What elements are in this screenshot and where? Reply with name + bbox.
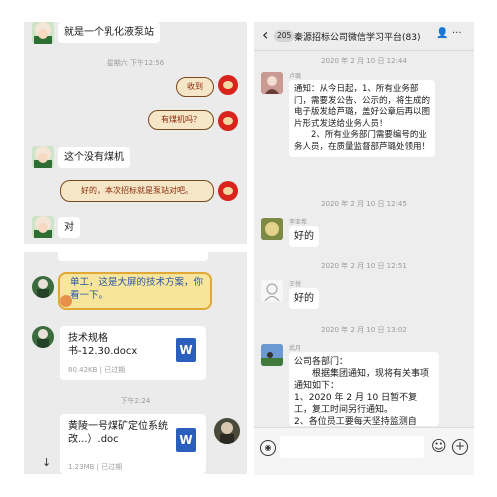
message-bubble[interactable]: 这个没有煤机 (58, 147, 130, 168)
avatar[interactable] (32, 22, 54, 44)
input-bar: ◉ ☺ + (254, 427, 474, 475)
message-bubble[interactable]: 通知：从今日起，1、所有业务部门，需要发公告、公示的，将生成的电子版发给芦璐，盖… (289, 80, 435, 157)
avatar[interactable] (32, 216, 54, 238)
timestamp: 2020 年 2 月 10 日 12:51 (321, 262, 407, 270)
avatar[interactable] (32, 326, 54, 348)
unread-badge[interactable]: 205 (274, 30, 295, 42)
cartoon-icon (60, 295, 72, 307)
sender-name: 卢璐 (289, 73, 302, 80)
timestamp: 2020 年 2 月 10 日 13:02 (321, 326, 407, 334)
timestamp: 星期六 下午12:56 (106, 59, 165, 67)
avatar[interactable] (32, 146, 54, 168)
emoji-icon[interactable]: ☺ (431, 437, 447, 455)
file-name: 技术规格书-12.30.docx (68, 333, 138, 357)
landscape-avatar-icon (261, 344, 283, 366)
sticker-bubble[interactable]: 好的，本次招标就是泵站对吧。 (60, 180, 214, 202)
message-bubble[interactable]: 好的 (289, 226, 319, 247)
person-avatar-icon (220, 422, 234, 444)
timestamp: 2020 年 2 月 10 日 12:44 (321, 57, 407, 65)
sender-name: 王悦 (289, 281, 302, 288)
person-icon[interactable]: 👤 (436, 28, 448, 39)
avatar[interactable] (214, 418, 240, 444)
file-card[interactable]: 黄陵一号煤矿定位系统改...）.doc W 1.23MB | 已过期 (60, 414, 206, 474)
word-document-icon: W (176, 338, 196, 362)
baby-avatar-icon (34, 146, 52, 168)
back-icon[interactable]: ‹ (262, 26, 268, 44)
note-text: 单工，这是大屏的技术方案，你看一下。 (70, 277, 204, 301)
timestamp: 下午2:24 (120, 397, 151, 405)
more-icon[interactable]: ··· (452, 28, 462, 39)
person-avatar-icon (37, 279, 49, 298)
voice-icon[interactable]: ◉ (260, 440, 276, 456)
avatar[interactable] (261, 280, 283, 302)
header-bar: ‹ 205 秦源招标公司微信学习平台(83) 👤 ··· (254, 22, 474, 51)
message-bubble[interactable]: 对 (58, 217, 80, 238)
avatar[interactable] (218, 75, 238, 95)
baby-avatar-icon (34, 216, 52, 238)
message-bubble[interactable]: 好的 (289, 288, 319, 309)
message-input[interactable] (280, 436, 424, 458)
baby-avatar-icon (34, 22, 52, 44)
file-name: 黄陵一号煤矿定位系统改...）.doc (68, 421, 168, 445)
sketch-avatar-icon (261, 280, 283, 302)
message-bubble[interactable]: 就是一个乳化液泵站 (58, 22, 160, 43)
sticker-bubble[interactable]: 收到 (176, 77, 214, 97)
file-card[interactable]: 技术规格书-12.30.docx W 80.42KB | 已过期 (60, 326, 206, 380)
sender-name: 武月 (289, 345, 302, 352)
file-meta: 1.23MB | 已过期 (68, 463, 123, 471)
message-bubble[interactable]: 公司各部门： 根据集团通知，现将有关事项通知如下： 1、2020 年 2 月 1… (289, 352, 439, 426)
chat-title: 秦源招标公司微信学习平台(83) (294, 33, 421, 43)
timestamp: 2020 年 2 月 10 日 12:45 (321, 200, 407, 208)
avatar[interactable] (261, 72, 283, 94)
woman-avatar-icon (261, 72, 283, 94)
chat-panel-top-left: 就是一个乳化液泵站 星期六 下午12:56 收到 有煤机吗？ 这个没有煤机 好的… (24, 22, 247, 244)
sticker-bubble[interactable]: 有煤机吗？ (148, 110, 214, 130)
avatar[interactable] (261, 344, 283, 366)
file-meta: 80.42KB | 已过期 (68, 366, 126, 374)
avatar[interactable] (261, 218, 283, 240)
chat-panel-bottom-left: 单工，这是大屏的技术方案，你看一下。 技术规格书-12.30.docx W 80… (24, 252, 247, 474)
cartoon-avatar-icon (261, 218, 283, 240)
sender-name: 李亚希 (289, 219, 308, 226)
avatar[interactable] (32, 276, 54, 298)
person-avatar-icon (37, 329, 49, 348)
cropped-bubble (58, 252, 208, 261)
group-chat-panel: ‹ 205 秦源招标公司微信学习平台(83) 👤 ··· 2020 年 2 月 … (254, 22, 474, 475)
plus-icon[interactable]: + (452, 439, 468, 455)
avatar[interactable] (218, 181, 238, 201)
word-document-icon: W (176, 428, 196, 452)
avatar[interactable] (218, 111, 238, 131)
download-icon[interactable]: ↓ (42, 456, 51, 469)
